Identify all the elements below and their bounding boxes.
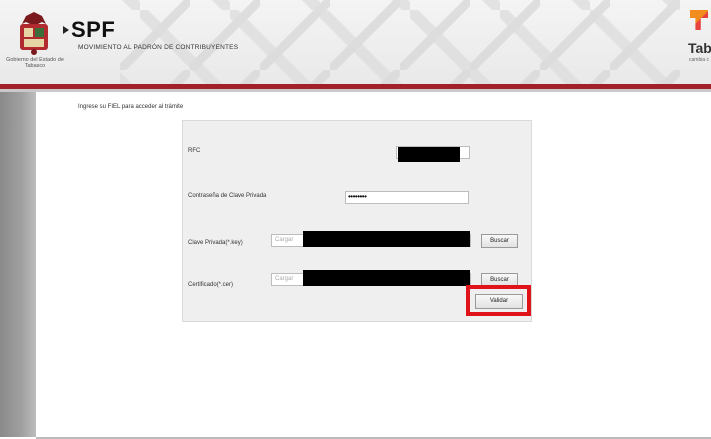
certificate-label: Certificado(*.cer) <box>188 282 234 288</box>
password-label: Contraseña de Clave Privada <box>188 193 267 199</box>
arrow-right-icon <box>63 26 69 34</box>
app-subtitle: MOVIMIENTO AL PADRÓN DE CONTRIBUYENTES <box>78 44 239 51</box>
validate-highlight-box <box>466 285 531 316</box>
password-value: •••••••• <box>348 192 367 201</box>
tabasco-logo: Taba cambia c <box>688 10 711 70</box>
left-gutter <box>0 92 36 437</box>
redacted-certificate <box>303 270 470 286</box>
seal-caption: Gobierno del Estado de Tabasco <box>6 57 64 69</box>
redacted-rfc <box>398 147 460 162</box>
private-key-label: Clave Privada(*.key) <box>188 240 243 246</box>
tabasco-mark-icon <box>690 10 708 30</box>
header-banner: Gobierno del Estado de Tabasco SPF MOVIM… <box>0 0 711 84</box>
rfc-label: RFC <box>188 148 201 154</box>
state-seal-icon <box>20 12 48 55</box>
brand-name: Taba <box>688 40 711 56</box>
app-title: SPF <box>71 17 116 42</box>
instruction-text: Ingrese su FIEL para acceder al trámite <box>78 104 184 110</box>
redacted-private-key <box>303 231 470 247</box>
brand-tagline: cambia c <box>689 57 710 63</box>
header-pattern <box>120 0 680 84</box>
password-input[interactable]: •••••••• <box>345 191 469 204</box>
browse-private-key-button[interactable]: Buscar <box>481 234 518 248</box>
